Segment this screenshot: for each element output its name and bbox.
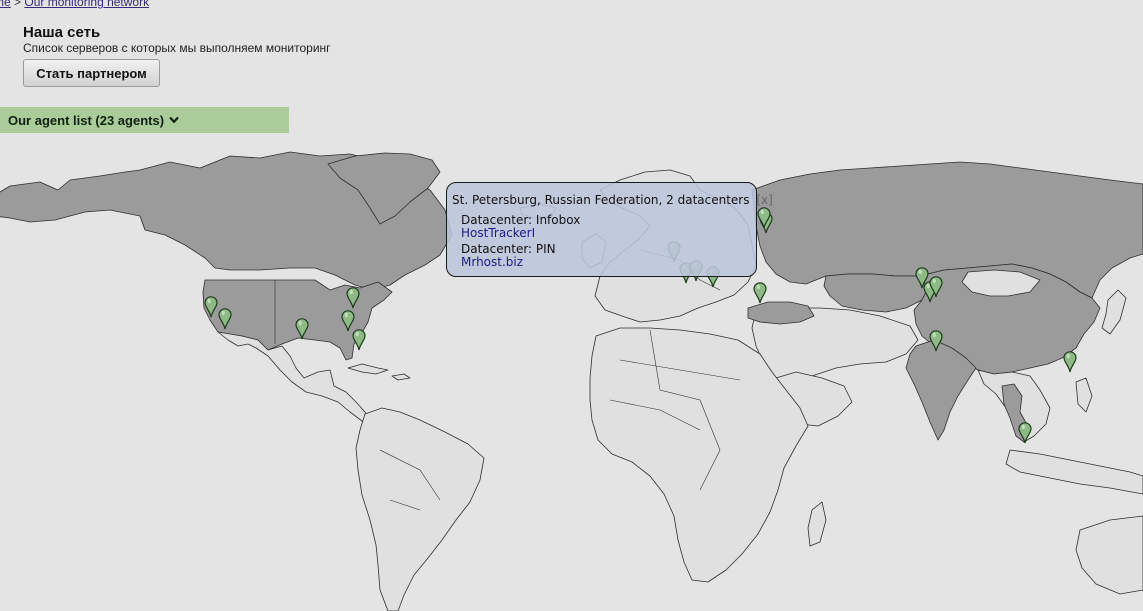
map-pin-icon[interactable] bbox=[929, 276, 943, 298]
map-pin-icon[interactable] bbox=[1063, 351, 1077, 373]
map-pin-icon[interactable] bbox=[218, 308, 232, 330]
popup-close-button[interactable]: [x] bbox=[756, 193, 772, 207]
breadcrumb-separator: > bbox=[14, 0, 22, 9]
country-kazakhstan[interactable] bbox=[823, 273, 929, 313]
page: me > Our monitoring network Наша сеть Сп… bbox=[0, 0, 1143, 611]
popup-title: St. Petersburg, Russian Federation, 2 da… bbox=[452, 193, 750, 207]
location-popup: St. Petersburg, Russian Federation, 2 da… bbox=[446, 182, 773, 277]
map-pin-icon[interactable] bbox=[757, 207, 771, 229]
become-partner-button[interactable]: Стать партнером bbox=[23, 59, 160, 87]
map-pin-icon[interactable] bbox=[352, 329, 366, 351]
map-pin-icon[interactable] bbox=[295, 318, 309, 340]
map-pin-icon[interactable] bbox=[753, 282, 767, 304]
page-subtitle: Список серверов с которых мы выполняем м… bbox=[23, 41, 331, 55]
datacenter-label: Datacenter: PIN bbox=[461, 242, 556, 256]
map-pin-icon[interactable] bbox=[346, 287, 360, 309]
datacenter-link[interactable]: Mrhost.biz bbox=[461, 255, 523, 269]
breadcrumb-home-link[interactable]: me bbox=[0, 0, 11, 9]
datacenter-link[interactable]: HostTrackerI bbox=[461, 226, 535, 240]
chevron-down-icon bbox=[169, 116, 179, 124]
datacenter-label: Datacenter: Infobox bbox=[461, 213, 581, 227]
map-pin-icon[interactable] bbox=[929, 330, 943, 352]
popup-title-row: St. Petersburg, Russian Federation, 2 da… bbox=[452, 193, 773, 207]
agent-list-toggle[interactable]: Our agent list (23 agents) bbox=[0, 107, 289, 133]
breadcrumb-current-link[interactable]: Our monitoring network bbox=[24, 0, 149, 9]
page-title: Наша сеть bbox=[23, 24, 101, 41]
map-pin-icon[interactable] bbox=[1018, 422, 1032, 444]
agent-list-label: Our agent list (23 agents) bbox=[8, 112, 165, 128]
map-pin-icon[interactable] bbox=[204, 296, 218, 318]
breadcrumb: me > Our monitoring network bbox=[0, 0, 149, 9]
